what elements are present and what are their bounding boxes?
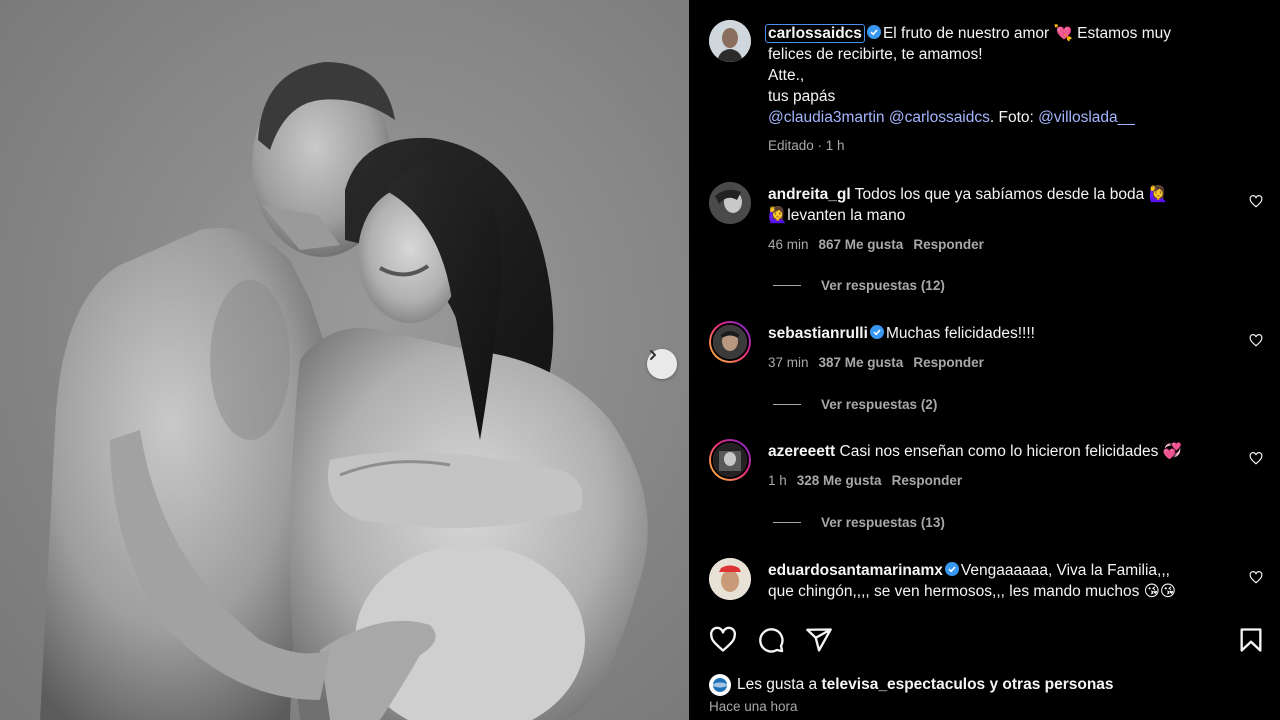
comment-likes[interactable]: 328 Me gusta <box>797 473 882 488</box>
mention-link[interactable]: @villoslada__ <box>1038 109 1135 126</box>
photo-credit-label: Foto: <box>998 109 1034 126</box>
comment-username[interactable]: eduardosantamarinamx <box>768 562 943 579</box>
bookmark-icon[interactable] <box>1237 626 1265 654</box>
heart-icon[interactable] <box>709 626 737 654</box>
comments-panel: carlossaidcs El fruto de nuestro amor 💘 E… <box>689 0 1280 720</box>
couple-photo-illustration <box>40 62 648 720</box>
replies-divider <box>773 285 801 286</box>
replies-divider <box>773 404 801 405</box>
globe-icon <box>713 678 727 692</box>
comment-time: 1 h <box>768 473 787 488</box>
caption-meta: Editado · 1 h <box>768 138 845 153</box>
likes-summary[interactable]: Les gusta a televisa_espectaculos y otra… <box>709 674 1114 696</box>
comment-avatar[interactable] <box>709 182 751 224</box>
caption-line-2: felices de recibirte, te amamos! <box>768 46 983 63</box>
reply-button[interactable]: Responder <box>913 355 984 370</box>
next-photo-button[interactable] <box>647 349 677 379</box>
caption-line-4: tus papás <box>768 88 836 105</box>
comment-icon[interactable] <box>757 626 785 654</box>
comment-meta: 46 min 867 Me gusta Responder <box>768 237 984 252</box>
comment-username[interactable]: azereeett <box>768 443 835 460</box>
replies-divider <box>773 522 801 523</box>
comment-meta: 1 h 328 Me gusta Responder <box>768 473 962 488</box>
comment-username[interactable]: andreita_gl <box>768 186 851 203</box>
share-icon[interactable] <box>805 626 833 654</box>
comment-heart-icon[interactable] <box>1249 571 1263 584</box>
verified-badge-icon <box>869 325 884 339</box>
likes-prefix: Les gusta a <box>737 676 818 693</box>
view-replies-button[interactable]: Ver respuestas (13) <box>773 515 945 530</box>
mention-link[interactable]: @carlossaidcs <box>889 109 990 126</box>
comment-username[interactable]: sebastianrulli <box>768 325 868 342</box>
comment-likes[interactable]: 867 Me gusta <box>819 237 904 252</box>
comment-avatar[interactable] <box>709 321 751 363</box>
post-photo <box>0 0 689 720</box>
author-username[interactable]: carlossaidcs <box>765 24 865 43</box>
view-replies-label: Ver respuestas (2) <box>821 397 938 412</box>
comment-text-continued: que chingón,,,, se ven hermosos,,, les m… <box>768 583 1176 600</box>
view-replies-button[interactable]: Ver respuestas (12) <box>773 278 945 293</box>
comment-text: Casi nos enseñan como lo hicieron felici… <box>839 443 1182 460</box>
post-time: Hace una hora <box>709 699 798 714</box>
comment-time: 37 min <box>768 355 809 370</box>
comment-item: eduardosantamarinamx Vengaaaaaa, Viva la … <box>768 560 1208 602</box>
caption-line-1: El fruto de nuestro amor 💘 Estamos muy <box>882 25 1172 42</box>
avatar-image <box>709 182 751 224</box>
likes-user[interactable]: televisa_espectaculos <box>821 676 985 694</box>
liker-avatar <box>709 674 731 696</box>
avatar-image <box>709 558 751 600</box>
avatar-image <box>713 325 747 359</box>
view-replies-label: Ver respuestas (13) <box>821 515 945 530</box>
verified-badge-icon <box>944 562 959 576</box>
comment-text: Muchas felicidades!!!! <box>885 325 1035 342</box>
mention-link[interactable]: @claudia3martin <box>768 109 885 126</box>
caption-line-3: Atte., <box>768 67 805 84</box>
author-avatar[interactable] <box>709 20 751 62</box>
view-replies-button[interactable]: Ver respuestas (2) <box>773 397 937 412</box>
chevron-right-icon <box>650 350 656 360</box>
likes-suffix[interactable]: y otras personas <box>990 676 1114 694</box>
reply-button[interactable]: Responder <box>913 237 984 252</box>
comment-heart-icon[interactable] <box>1249 334 1263 347</box>
comment-avatar[interactable] <box>709 439 751 481</box>
comment-heart-icon[interactable] <box>1249 195 1263 208</box>
comment-text: Todos los que ya sabíamos desde la boda … <box>854 186 1168 203</box>
comment-time: 46 min <box>768 237 809 252</box>
avatar-image <box>713 443 747 477</box>
comment-item: azereeett Casi nos enseñan como lo hicie… <box>768 441 1208 462</box>
comment-avatar[interactable] <box>709 558 751 600</box>
reply-button[interactable]: Responder <box>892 473 963 488</box>
verified-badge-icon <box>866 25 881 39</box>
avatar-image <box>709 20 751 62</box>
comment-likes[interactable]: 387 Me gusta <box>819 355 904 370</box>
comment-meta: 37 min 387 Me gusta Responder <box>768 355 984 370</box>
comment-heart-icon[interactable] <box>1249 452 1263 465</box>
view-replies-label: Ver respuestas (12) <box>821 278 945 293</box>
post-caption: carlossaidcs El fruto de nuestro amor 💘 E… <box>765 23 1208 128</box>
comment-item: sebastianrulli Muchas felicidades!!!! <box>768 323 1208 344</box>
comment-text-continued: 🙋‍♀️levanten la mano <box>768 207 906 224</box>
comment-text: Vengaaaaaa, Viva la Familia,,, <box>960 562 1170 579</box>
comment-item: andreita_gl Todos los que ya sabíamos de… <box>768 184 1208 226</box>
